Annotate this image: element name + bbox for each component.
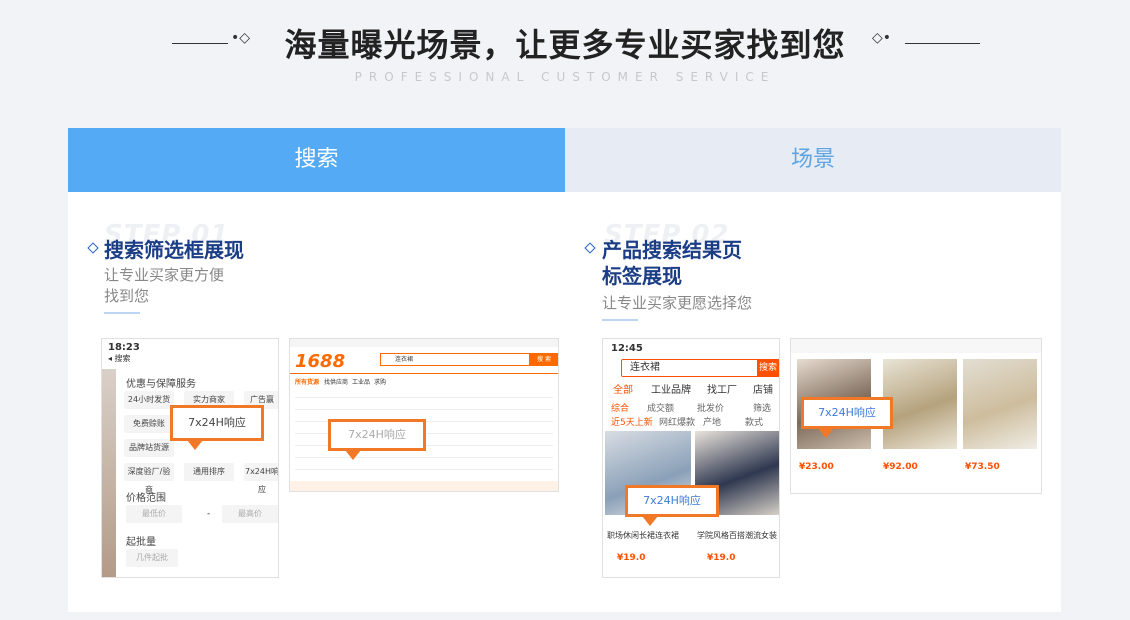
step2-underline	[602, 319, 638, 321]
logo-1688: 1688	[295, 351, 346, 372]
step1-desc-line1: 让专业买家更方便	[104, 266, 225, 284]
response-badge-callout: 7x24H响应	[625, 485, 719, 526]
tab-scene[interactable]: 场景	[565, 128, 1061, 192]
mobile-results-screenshot: 12:45 连衣裙 搜索 全部 工业品牌 找工厂 店铺 综合 成交额 批发价 筛…	[602, 338, 780, 578]
product-image[interactable]	[963, 359, 1037, 449]
status-time: 12:45	[611, 343, 643, 354]
step2-title-line2: 标签展现	[602, 264, 682, 288]
step1-diamond-icon	[87, 242, 99, 254]
result-tab-shop[interactable]: 店铺	[753, 381, 773, 396]
step2-diamond-icon	[584, 242, 596, 254]
pc-nav-divider	[290, 373, 558, 374]
product-grid-screenshot: ¥23.00 ¥92.00 ¥73.50 7x24H响应	[790, 338, 1042, 494]
chip-credit[interactable]: 免费赊账	[124, 415, 174, 433]
step2-title-line1: 产品搜索结果页	[602, 238, 742, 262]
pc-nav-all[interactable]: 所有货源	[295, 377, 319, 386]
filter-section-qty: 起批量	[126, 537, 156, 548]
filter-trending[interactable]: 网红爆款	[659, 415, 695, 428]
filter-panel-screenshot: 18:23 ◂ 搜索 优惠与保障服务 24小时发货 实力商家 广告赢 免费赊账 …	[101, 338, 279, 578]
price-dash: -	[207, 509, 211, 519]
filter-section-price: 价格范围	[126, 493, 166, 504]
side-strip	[102, 369, 116, 577]
pc-nav-supplier[interactable]: 找供应商	[324, 377, 348, 386]
product-caption: 学院风格百搭潮流女装	[697, 531, 777, 540]
product-price: ¥19.0	[707, 553, 736, 563]
response-badge-callout: 7x24H响应	[328, 419, 426, 460]
pc-sort-bar	[290, 481, 558, 491]
filter-new[interactable]: 近5天上新	[611, 415, 653, 428]
step2-desc: 让专业买家更愿选择您	[602, 294, 753, 312]
sort-volume[interactable]: 成交额	[647, 401, 674, 414]
sort-price[interactable]: 批发价	[697, 401, 724, 414]
tab-search[interactable]: 搜索	[68, 128, 565, 192]
filter-section-service: 优惠与保障服务	[126, 379, 196, 390]
min-price-input[interactable]: 最低价	[126, 505, 182, 523]
result-tab-brand[interactable]: 工业品牌	[651, 381, 691, 396]
mobile-search-button[interactable]: 搜索	[757, 359, 779, 377]
pc-nav-industrial[interactable]: 工业品	[352, 377, 370, 386]
back-search-label: ◂ 搜索	[108, 354, 131, 363]
pc-search-screenshot: 1688 连衣裙 搜 索 所有货源 找供应商 工业品 求购 7x24H响应	[289, 338, 559, 492]
hero-divider-right	[905, 43, 980, 44]
step1-desc-line2: 找到您	[104, 287, 150, 305]
result-tab-factory[interactable]: 找工厂	[707, 381, 737, 396]
chip-general-sort[interactable]: 通用排序	[184, 463, 234, 481]
response-badge-callout: 7x24H响应	[801, 397, 893, 438]
feature-card: 搜索 场景 STEP 01 搜索筛选框展现 让专业买家更方便 找到您 STEP …	[68, 128, 1061, 612]
product-price: ¥19.0	[617, 553, 646, 563]
min-qty-input[interactable]: 几件起批	[126, 549, 178, 567]
pc-search-input[interactable]: 连衣裙	[380, 353, 530, 366]
pc-filter-row	[295, 397, 553, 398]
mobile-search-input[interactable]: 连衣裙	[621, 359, 759, 377]
product-price: ¥92.00	[883, 462, 918, 472]
hero-deco-right: ◇•	[872, 30, 892, 46]
chip-factory-verified[interactable]: 深度验厂/验商	[124, 463, 174, 494]
sort-overall[interactable]: 综合	[611, 401, 629, 414]
product-image[interactable]	[883, 359, 957, 449]
product-caption: 职场休闲长裙连衣裙	[607, 531, 679, 540]
page-subtitle: PROFESSIONAL CUSTOMER SERVICE	[354, 70, 776, 84]
hero-header: •◇ 海量曝光场景，让更多专业买家找到您 ◇• PROFESSIONAL CUS…	[0, 0, 1130, 128]
filter-origin[interactable]: 产地	[703, 415, 721, 428]
pc-search-button[interactable]: 搜 索	[530, 353, 558, 366]
product-price: ¥73.50	[965, 462, 1000, 472]
filter-style[interactable]: 款式	[745, 415, 763, 428]
response-badge-callout: 7x24H响应	[170, 405, 264, 450]
status-time: 18:23	[108, 342, 140, 353]
max-price-input[interactable]: 最高价	[222, 505, 278, 523]
pc-nav-buy[interactable]: 求购	[374, 377, 386, 386]
product-price: ¥23.00	[799, 462, 834, 472]
step1-title: 搜索筛选框展现	[104, 238, 244, 262]
pc-filter-row	[295, 409, 553, 410]
grid-sort-bar	[791, 339, 1041, 353]
pc-topbar	[290, 339, 558, 347]
pc-filter-row	[295, 457, 553, 458]
filter-button[interactable]: 筛选	[753, 401, 771, 414]
step1-underline	[104, 312, 140, 314]
chip-7x24h[interactable]: 7x24H响应	[244, 463, 278, 494]
pc-filter-row	[295, 469, 553, 470]
chip-24h-ship[interactable]: 24小时发货	[124, 391, 174, 409]
result-tab-all[interactable]: 全部	[613, 381, 633, 396]
chip-brand-source[interactable]: 品牌站货源	[124, 439, 174, 457]
